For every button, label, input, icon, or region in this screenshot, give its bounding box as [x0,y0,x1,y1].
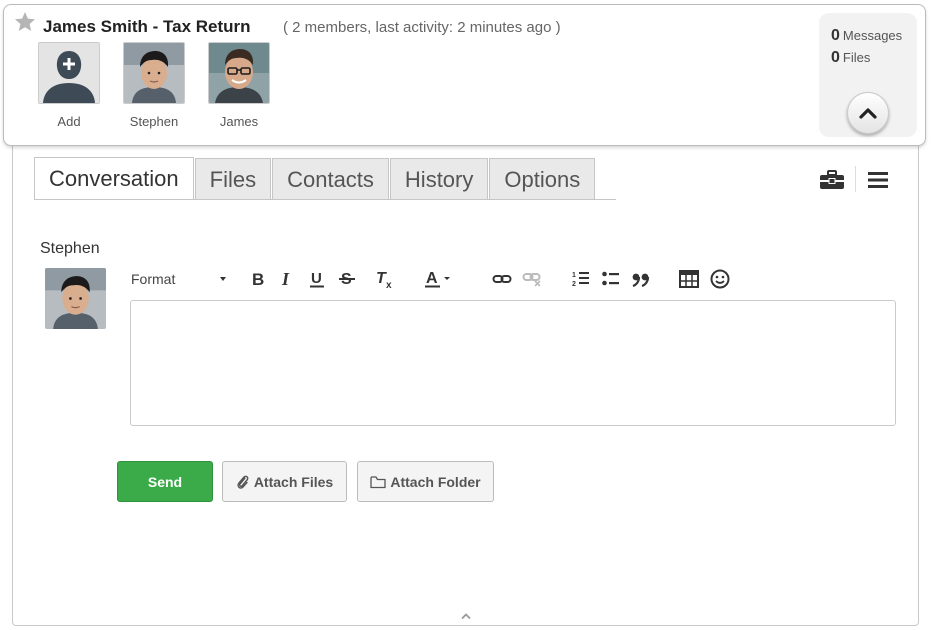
member-label: Stephen [129,114,179,129]
messages-stat: 0 Messages [831,27,902,45]
clear-format-button[interactable]: Tx [374,266,396,292]
text-color-button[interactable]: A [424,266,454,292]
member-stephen[interactable]: Stephen [123,42,185,129]
italic-button[interactable]: I [279,266,295,292]
link-icon [492,275,512,283]
attach-folder-label: Attach Folder [390,473,481,490]
unlink-icon [522,273,541,287]
svg-text:B: B [252,271,264,287]
table-icon [679,270,699,288]
link-button[interactable] [491,266,513,292]
attach-files-label: Attach Files [253,473,334,490]
avatar-image [124,43,184,103]
composer-author-name: Stephen [40,240,100,257]
attach-files-button[interactable]: Attach Files [222,461,347,502]
bullet-list-icon [602,271,619,286]
svg-text:x: x [386,280,392,288]
chevron-down-icon [220,277,226,281]
blockquote-button[interactable] [630,266,652,292]
svg-text:2: 2 [572,281,576,288]
star-icon[interactable] [13,10,37,34]
editor-toolbar: Format B I U S Tx A 12 [131,266,741,292]
numbered-list-icon: 12 [572,272,589,288]
tab-contacts[interactable]: Contacts [272,158,389,200]
room-stats: 0 Messages 0 Files [819,13,917,137]
svg-text:1: 1 [572,272,576,279]
member-label: Add [57,114,81,129]
tab-conversation[interactable]: Conversation [34,157,194,200]
clear-format-icon: Tx [376,270,392,288]
member-label: James [219,114,259,129]
numbered-list-button[interactable]: 12 [571,266,591,292]
chevron-up-icon[interactable] [460,612,472,620]
send-button[interactable]: Send [117,461,213,502]
bold-icon: B [252,271,264,287]
blockquote-icon [632,273,650,287]
table-button[interactable] [678,266,700,292]
tab-divider [34,199,616,200]
paperclip-icon [237,475,249,489]
files-stat: 0 Files [831,49,870,67]
toolbar-divider [855,166,856,192]
files-count: 0 [831,49,840,66]
format-label: Format [131,271,176,287]
room-title: James Smith - Tax Return [43,17,251,36]
avatar-image [209,43,269,103]
bullet-list-button[interactable] [601,266,621,292]
unlink-button[interactable] [521,266,543,292]
messages-label: Messages [842,28,903,43]
collapse-header-button[interactable] [847,92,889,134]
add-member[interactable]: Add [38,42,100,129]
menu-icon[interactable] [867,170,889,190]
underline-icon: U [310,270,324,288]
room-meta: ( 2 members, last activity: 2 minutes ag… [283,19,561,36]
bold-button[interactable]: B [249,266,267,292]
svg-text:A: A [426,270,438,287]
conversation-panel: Conversation Files Contacts History Opti… [12,140,919,626]
emoji-icon [710,269,730,289]
message-editor[interactable] [130,300,896,426]
member-james[interactable]: James [208,42,270,129]
tab-options[interactable]: Options [489,158,596,200]
strikethrough-button[interactable]: S [338,266,356,292]
folder-icon [370,475,387,488]
composer-avatar [45,268,106,329]
svg-text:U: U [311,270,322,287]
add-member-avatar[interactable] [38,42,100,104]
format-dropdown[interactable]: Format [131,266,226,292]
add-member-icon [39,43,99,103]
underline-button[interactable]: U [308,266,326,292]
text-color-icon: A [425,270,450,288]
italic-icon: I [281,271,290,287]
emoji-button[interactable] [709,266,731,292]
chevron-up-icon [859,108,877,119]
svg-text:I: I [281,271,290,287]
room-header: James Smith - Tax Return ( 2 members, la… [3,4,926,146]
files-label: Files [842,50,871,65]
attach-folder-button[interactable]: Attach Folder [357,461,494,502]
avatar-image [45,268,106,329]
tab-files[interactable]: Files [194,158,272,200]
avatar[interactable] [123,42,185,104]
tab-bar: Conversation Files Contacts History Opti… [34,157,596,200]
tab-history[interactable]: History [389,158,489,200]
strikethrough-icon: S [339,271,355,288]
messages-count: 0 [831,27,840,44]
toolbox-icon[interactable] [819,170,845,190]
avatar[interactable] [208,42,270,104]
